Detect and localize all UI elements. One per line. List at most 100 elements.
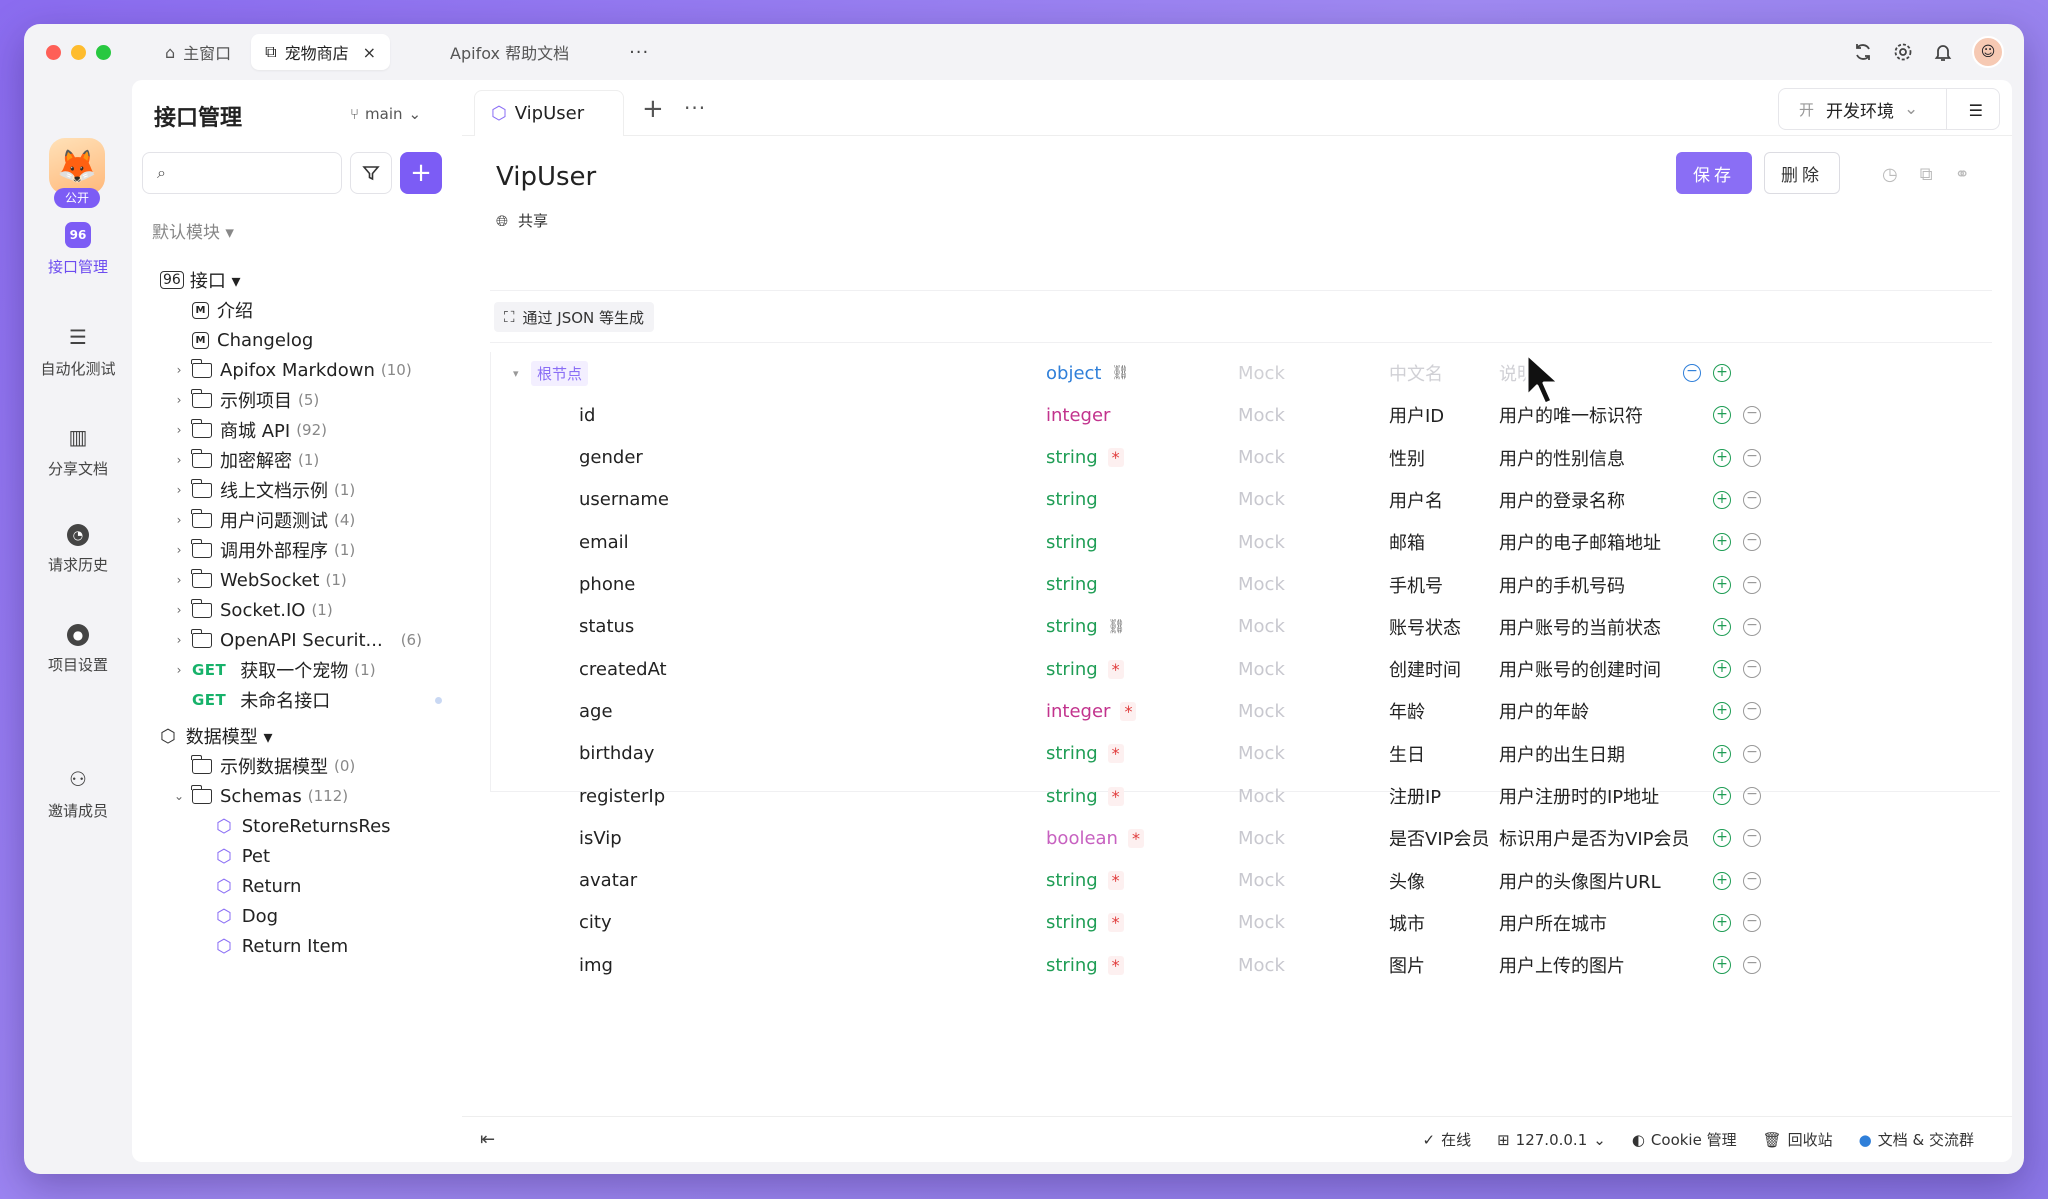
type-selector[interactable]: string * <box>1046 659 1124 680</box>
mock-input[interactable]: Mock <box>1238 659 1285 680</box>
remove-field-icon[interactable]: − <box>1743 956 1761 975</box>
rail-item-share-docs[interactable]: ▥ 分享文档 <box>24 424 132 479</box>
description-input[interactable]: 用户账号的当前状态 <box>1499 614 1661 640</box>
trash-button[interactable]: 🗑︎ 回收站 <box>1763 1129 1833 1150</box>
add-field-icon[interactable]: + <box>1713 364 1731 382</box>
mock-input[interactable]: Mock <box>1238 574 1285 595</box>
required-mark[interactable]: * <box>1107 448 1124 468</box>
add-field-icon[interactable]: + <box>1713 956 1731 975</box>
cn-name-input[interactable]: 用户ID <box>1389 402 1444 428</box>
type-selector[interactable]: string * <box>1046 447 1124 468</box>
type-selector[interactable]: string <box>1046 532 1098 553</box>
new-tab-button[interactable]: + <box>642 94 664 124</box>
field-name[interactable]: status <box>579 616 634 637</box>
generate-from-json-button[interactable]: ⛶ 通过 JSON 等生成 <box>494 302 655 332</box>
root-node-label[interactable]: 根节点 <box>531 360 589 386</box>
field-name[interactable]: avatar <box>579 870 637 891</box>
cn-name-input[interactable]: 是否VIP会员 <box>1389 825 1489 851</box>
field-name[interactable]: birthday <box>579 743 654 764</box>
required-mark[interactable]: * <box>1107 659 1124 679</box>
remove-field-icon[interactable]: − <box>1743 913 1761 932</box>
type-selector[interactable]: string * <box>1046 870 1124 891</box>
window-tab-petstore[interactable]: ⧉ 宠物商店 × <box>251 34 391 70</box>
description-input[interactable]: 用户的电子邮箱地址 <box>1499 529 1661 555</box>
type-selector[interactable]: integer * <box>1046 701 1137 722</box>
cn-name-input[interactable]: 账号状态 <box>1389 614 1461 640</box>
type-selector[interactable]: string ⛓ <box>1046 616 1125 637</box>
mock-input[interactable]: Mock <box>1238 405 1285 426</box>
add-field-icon[interactable]: + <box>1713 406 1731 425</box>
type-selector[interactable]: boolean * <box>1046 828 1144 849</box>
description-input[interactable]: 用户的手机号码 <box>1499 572 1625 598</box>
description-input[interactable]: 用户注册时的IP地址 <box>1499 783 1659 809</box>
collapse-sidebar-icon[interactable]: ⇤ <box>480 1129 495 1150</box>
mock-input[interactable]: Mock <box>1238 616 1285 637</box>
remove-field-icon[interactable]: − <box>1743 744 1761 763</box>
mock-input[interactable]: Mock <box>1238 955 1285 976</box>
remove-field-icon[interactable]: − <box>1743 829 1761 848</box>
window-tab-help-docs[interactable]: Apifox 帮助文档 <box>436 34 583 70</box>
cn-name-input[interactable]: 注册IP <box>1389 783 1441 809</box>
rail-item-automation[interactable]: ☰ 自动化测试 <box>24 324 132 379</box>
more-icon[interactable]: ··· <box>684 96 706 120</box>
add-field-icon[interactable]: + <box>1713 787 1731 805</box>
host-selector[interactable]: ⊞ 127.0.0.1 ⌄ <box>1497 1129 1606 1150</box>
description-input[interactable]: 用户的登录名称 <box>1499 487 1625 513</box>
gear-icon[interactable] <box>1892 41 1914 63</box>
field-name[interactable]: email <box>579 532 629 553</box>
required-mark[interactable]: * <box>1107 871 1124 891</box>
description-input[interactable]: 用户所在城市 <box>1499 910 1607 936</box>
cn-name-input[interactable]: 邮箱 <box>1389 529 1425 555</box>
history-icon[interactable]: ◷ <box>1882 164 1898 185</box>
add-field-icon[interactable]: + <box>1713 660 1731 679</box>
description-input[interactable]: 用户的年龄 <box>1499 698 1589 724</box>
type-selector[interactable]: object ⛓ <box>1046 363 1129 384</box>
type-selector[interactable]: string * <box>1046 743 1124 764</box>
required-mark[interactable]: * <box>1107 913 1124 933</box>
remove-field-icon[interactable]: − <box>1743 787 1761 805</box>
type-selector[interactable]: string * <box>1046 786 1124 807</box>
delete-button[interactable]: 删除 <box>1764 152 1840 194</box>
chevron-down-icon[interactable]: ▾ <box>513 367 519 380</box>
type-selector[interactable]: string * <box>1046 955 1124 976</box>
field-name[interactable]: createdAt <box>579 659 667 680</box>
field-name[interactable]: id <box>579 405 595 426</box>
remove-field-icon[interactable]: − <box>1743 533 1761 552</box>
remove-field-icon[interactable]: − <box>1743 406 1761 425</box>
sidebar-search[interactable]: ⌕ <box>142 152 342 194</box>
field-name[interactable]: gender <box>579 447 643 468</box>
mock-input[interactable]: Mock <box>1238 912 1285 933</box>
remove-field-icon[interactable]: − <box>1743 575 1761 594</box>
required-mark[interactable]: * <box>1107 786 1124 806</box>
remove-field-icon[interactable]: − <box>1743 702 1761 721</box>
type-selector[interactable]: string * <box>1046 912 1124 933</box>
field-name[interactable]: phone <box>579 574 635 595</box>
cookie-manager[interactable]: ◐ Cookie 管理 <box>1632 1129 1737 1150</box>
type-selector[interactable]: string <box>1046 489 1098 510</box>
user-avatar[interactable]: ☺ <box>1972 36 2004 68</box>
description-input[interactable]: 用户的出生日期 <box>1499 741 1625 767</box>
description-input[interactable]: 用户的唯一标识符 <box>1499 402 1643 428</box>
docs-community[interactable]: ● 文档 & 交流群 <box>1859 1129 1974 1150</box>
cn-name-input[interactable]: 创建时间 <box>1389 656 1461 682</box>
tab-vipuser[interactable]: ⬡ VipUser <box>474 90 624 136</box>
description-input[interactable]: 用户上传的图片 <box>1499 952 1625 978</box>
share-toggle[interactable]: 🌐︎ 共享 <box>496 210 548 231</box>
description-input[interactable]: 标识用户是否为VIP会员 <box>1499 825 1689 851</box>
add-field-icon[interactable]: + <box>1713 702 1731 721</box>
mock-input[interactable]: Mock <box>1238 532 1285 553</box>
add-field-icon[interactable]: + <box>1713 617 1731 636</box>
mock-input[interactable]: Mock <box>1238 786 1285 807</box>
rail-item-settings[interactable]: ● 项目设置 <box>24 624 132 675</box>
required-mark[interactable]: * <box>1120 701 1137 721</box>
mock-input[interactable]: Mock <box>1238 489 1285 510</box>
field-name[interactable]: img <box>579 955 613 976</box>
cn-name-input[interactable]: 年龄 <box>1389 698 1425 724</box>
cn-name-input[interactable]: 生日 <box>1389 741 1425 767</box>
mock-input[interactable]: Mock <box>1238 701 1285 722</box>
add-field-icon[interactable]: + <box>1713 448 1731 467</box>
rail-item-api-management[interactable]: 96 接口管理 <box>24 222 132 277</box>
maximize-window-button[interactable] <box>96 44 111 60</box>
field-name[interactable]: isVip <box>579 828 622 849</box>
mock-input[interactable]: Mock <box>1238 743 1285 764</box>
